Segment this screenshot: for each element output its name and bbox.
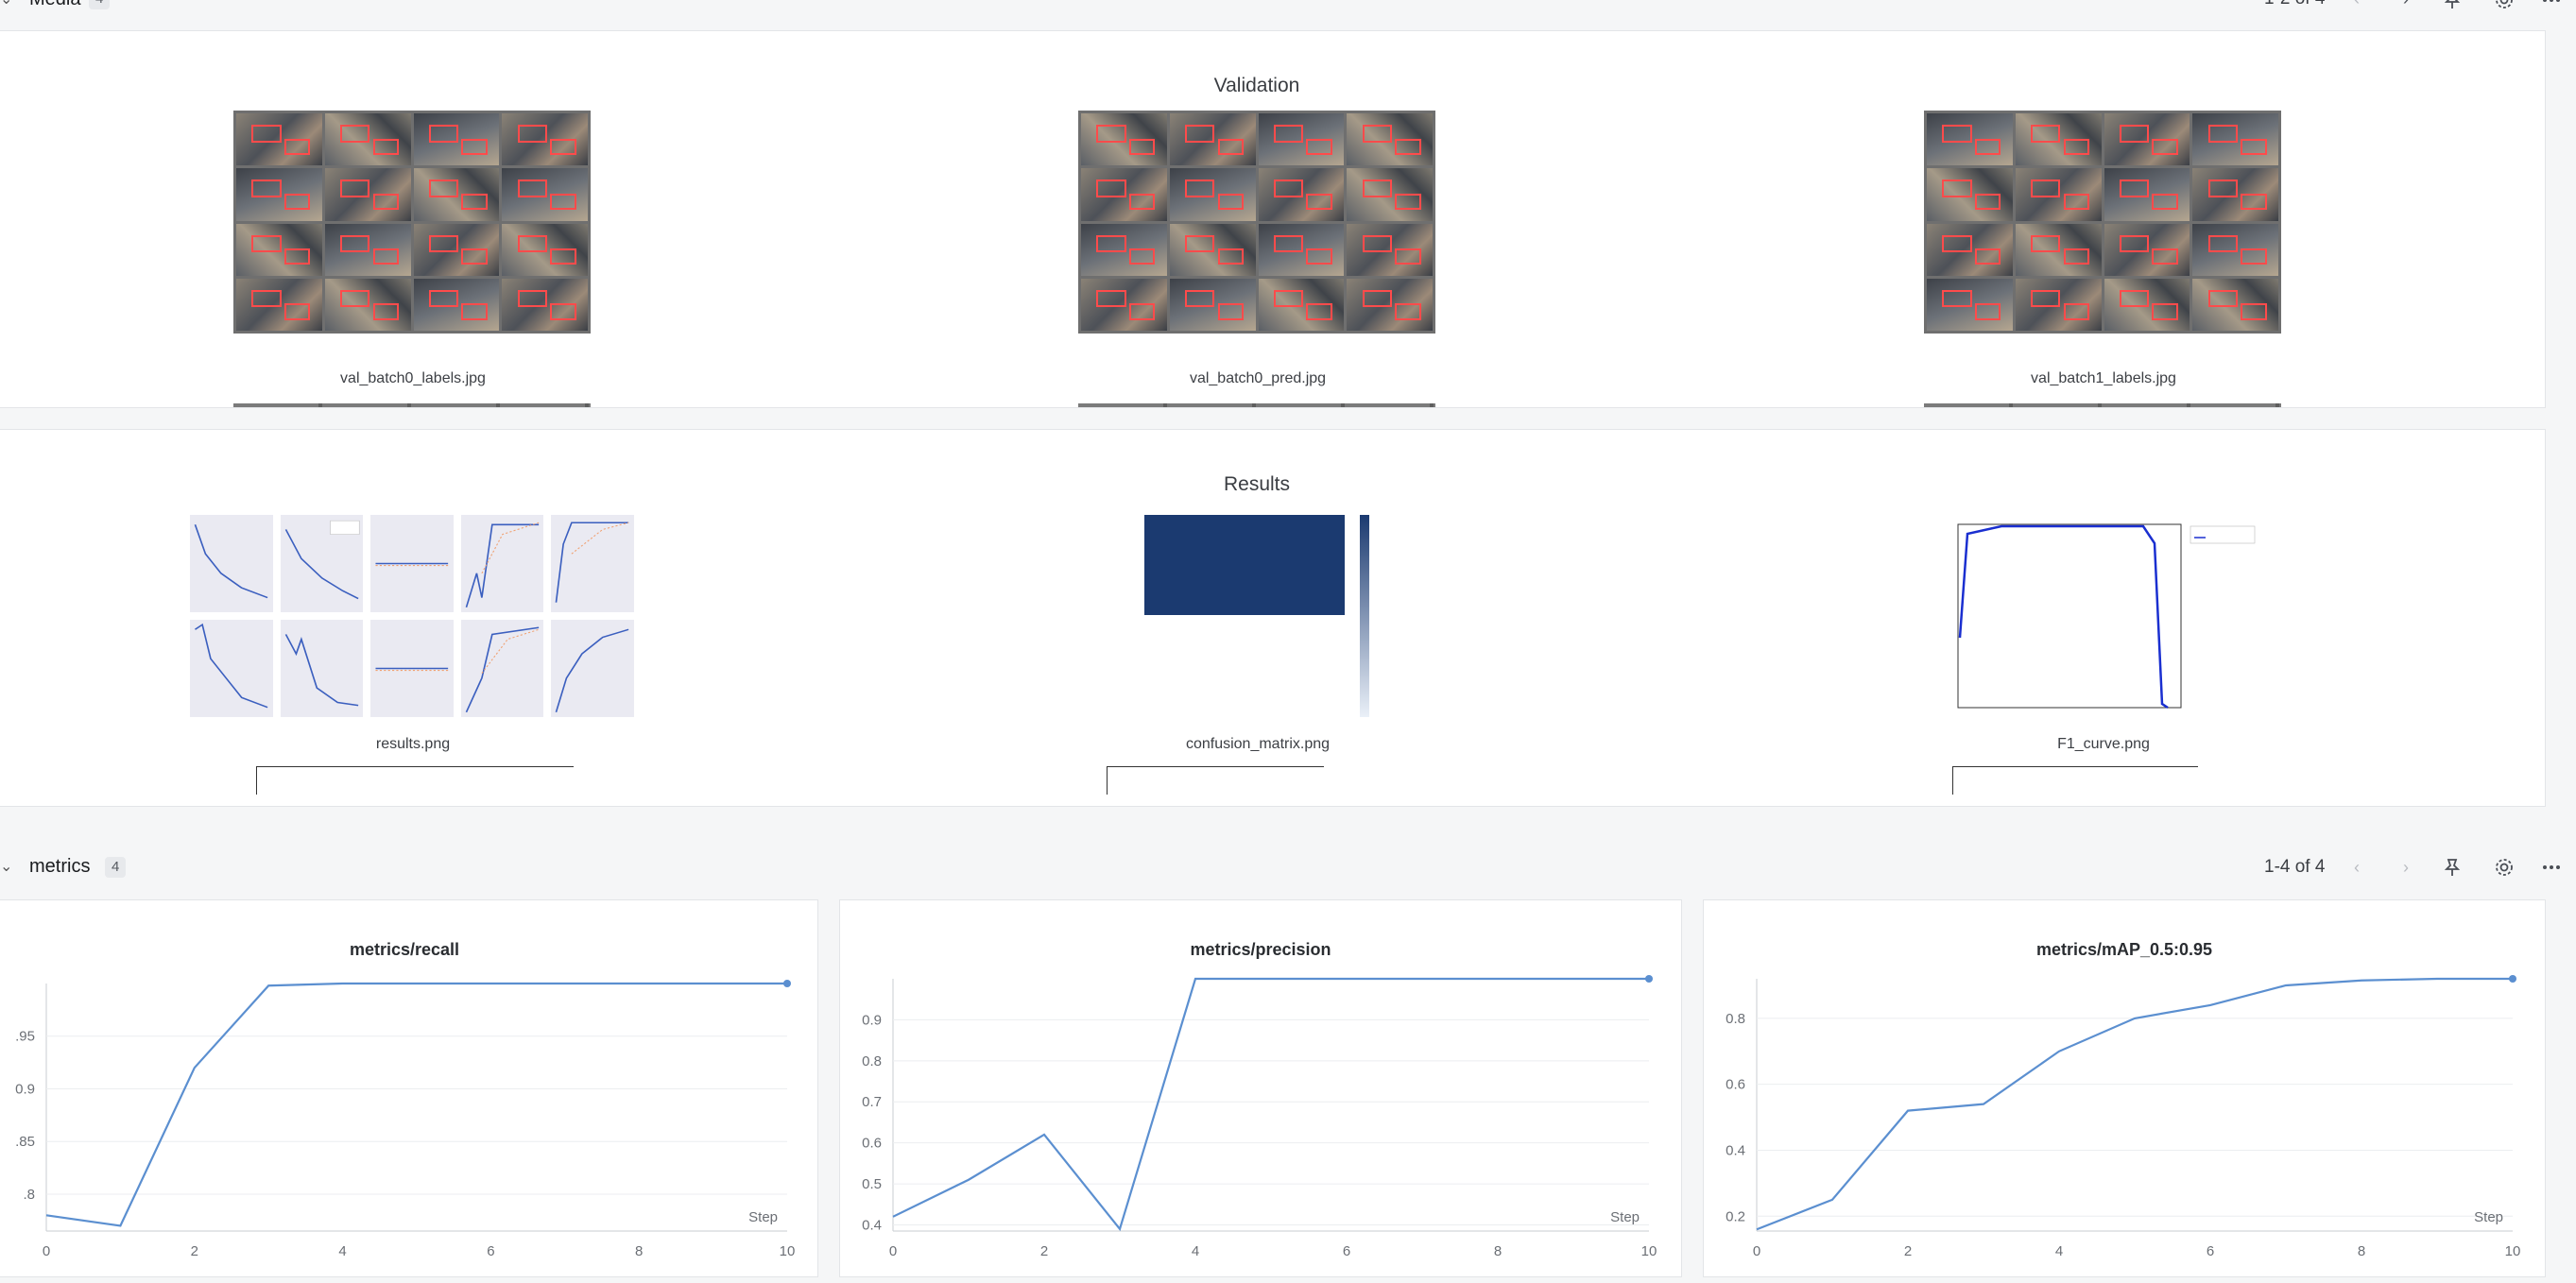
- x-tick-label: 2: [1904, 1243, 1912, 1259]
- next-page-icon[interactable]: ›: [2394, 0, 2418, 11]
- line-chart[interactable]: 0.4 0.5 0.6 0.7 0.8 0.9 0 2 4 6 8 10 Step: [840, 900, 1683, 1278]
- line-chart[interactable]: .8 .85 0.9 .95 0 2 4 6 8 10 Step: [0, 900, 819, 1278]
- x-tick-label: 10: [2505, 1243, 2521, 1259]
- x-tick-label: 6: [1343, 1243, 1350, 1259]
- x-tick-label: 4: [1192, 1243, 1199, 1259]
- pagination-label: 1-2 of 4: [2264, 0, 2325, 9]
- media-item-val-batch0-labels[interactable]: val_batch0_labels.jpg: [233, 111, 592, 407]
- section-count-badge: 4: [105, 857, 127, 878]
- x-tick-label: 0: [43, 1243, 50, 1259]
- pin-icon[interactable]: [2439, 854, 2465, 881]
- x-tick-label: 8: [2358, 1243, 2365, 1259]
- next-image-peek: [1952, 766, 2198, 795]
- y-tick-label: .85: [15, 1134, 35, 1150]
- media-caption: val_batch1_labels.jpg: [2031, 370, 2176, 386]
- y-tick-label: 0.9: [862, 1012, 882, 1028]
- y-tick-label: 0.5: [862, 1176, 882, 1192]
- y-tick-label: 0.4: [862, 1217, 882, 1233]
- media-section-header: ⌄ Media 4 1-2 of 4 ‹ ›: [0, 0, 2576, 19]
- x-tick-label: 10: [780, 1243, 796, 1259]
- series-line[interactable]: [45, 982, 787, 1227]
- results-plot-image[interactable]: [190, 515, 634, 717]
- series-end-point[interactable]: [2509, 975, 2516, 983]
- x-tick-label: 10: [1641, 1243, 1657, 1259]
- results-panel: Results results.png confusion_matrix.png…: [0, 429, 2546, 807]
- y-tick-label: .8: [23, 1187, 35, 1203]
- x-tick-label: 0: [1753, 1243, 1760, 1259]
- chart-panel-precision[interactable]: metrics/precision 0.4 0.5 0.6 0.7 0.8 0.9 0 2 4 6…: [839, 899, 1682, 1277]
- more-icon[interactable]: [2538, 0, 2565, 13]
- series-end-point[interactable]: [1645, 975, 1653, 983]
- x-tick-label: 0: [889, 1243, 897, 1259]
- image-thumbnail[interactable]: [1924, 111, 2281, 334]
- series-end-point[interactable]: [783, 980, 791, 987]
- y-tick-label: 0.2: [1726, 1208, 1745, 1224]
- y-tick-label: 0.8: [1726, 1011, 1745, 1027]
- x-tick-label: 2: [191, 1243, 198, 1259]
- media-caption: F1_curve.png: [2057, 736, 2150, 752]
- panel-title: Results: [1223, 473, 1291, 495]
- y-tick-label: .95: [15, 1029, 35, 1045]
- section-title: metrics: [29, 856, 91, 877]
- validation-panel: Validation val_batch0_labels.jpg val_bat…: [0, 30, 2546, 408]
- image-thumbnail[interactable]: [233, 111, 591, 334]
- dashboard: ⌄ Media 4 1-2 of 4 ‹ › Validation val_ba…: [0, 0, 2576, 1283]
- x-axis-label: Step: [1610, 1209, 1640, 1225]
- x-axis-label: Step: [748, 1209, 778, 1225]
- chevron-down-icon[interactable]: ⌄: [0, 0, 13, 8]
- media-item-val-batch0-pred[interactable]: val_batch0_pred.jpg: [1078, 111, 1437, 407]
- x-tick-label: 4: [338, 1243, 346, 1259]
- media-item-results-png[interactable]: results.png: [190, 515, 634, 806]
- y-tick-label: 0.9: [15, 1081, 35, 1097]
- next-image-peek: [233, 403, 591, 407]
- x-tick-label: 8: [1494, 1243, 1502, 1259]
- line-chart[interactable]: 0.2 0.4 0.6 0.8 0 2 4 6 8 10 Step: [1704, 900, 2547, 1278]
- media-item-f1-curve[interactable]: F1_curve.png: [1924, 515, 2283, 806]
- media-caption: val_batch0_pred.jpg: [1189, 370, 1327, 386]
- chevron-down-icon[interactable]: ⌄: [0, 860, 13, 875]
- x-axis-label: Step: [2474, 1209, 2503, 1225]
- chart-panel-map[interactable]: metrics/mAP_0.5:0.95 0.2 0.4 0.6 0.8 0 2 4 6 8 10…: [1703, 899, 2546, 1277]
- gear-icon[interactable]: [2491, 854, 2517, 881]
- media-caption: val_batch0_labels.jpg: [340, 370, 486, 386]
- next-image-peek: [1078, 403, 1435, 407]
- next-image-peek: [1107, 766, 1324, 795]
- next-image-peek: [256, 766, 574, 795]
- series-line[interactable]: [892, 977, 1649, 1232]
- media-caption: results.png: [375, 736, 451, 752]
- more-icon[interactable]: [2538, 854, 2565, 881]
- f1-curve-image[interactable]: [1945, 515, 2262, 717]
- x-tick-label: 6: [2207, 1243, 2214, 1259]
- section-count-badge: 4: [89, 0, 111, 9]
- confusion-matrix-image[interactable]: [1125, 515, 1382, 717]
- x-tick-label: 4: [2055, 1243, 2063, 1259]
- x-tick-label: 8: [635, 1243, 643, 1259]
- pagination-label: 1-4 of 4: [2264, 857, 2326, 877]
- y-tick-label: 0.7: [862, 1094, 882, 1110]
- pin-icon[interactable]: [2439, 0, 2465, 13]
- next-page-icon[interactable]: ›: [2394, 855, 2418, 880]
- metrics-section-header: ⌄ metrics 4 1-4 of 4 ‹ ›: [0, 848, 2576, 886]
- media-item-confusion-matrix[interactable]: confusion_matrix.png: [1078, 515, 1437, 806]
- chart-panel-recall[interactable]: metrics/recall .8.85 0.9.95 0 2 4 6 8 10 Step: [0, 899, 818, 1277]
- section-title: Media: [29, 0, 80, 10]
- image-thumbnail[interactable]: [1078, 111, 1435, 334]
- y-tick-label: 0.6: [1726, 1077, 1745, 1093]
- panel-title: Validation: [1213, 75, 1300, 96]
- x-tick-label: 6: [487, 1243, 494, 1259]
- prev-page-icon[interactable]: ‹: [2344, 855, 2369, 880]
- x-tick-label: 2: [1040, 1243, 1048, 1259]
- media-caption: confusion_matrix.png: [1185, 736, 1331, 752]
- next-image-peek: [1924, 403, 2281, 407]
- y-tick-label: 0.6: [862, 1136, 882, 1152]
- media-item-val-batch1-labels[interactable]: val_batch1_labels.jpg: [1924, 111, 2283, 407]
- prev-page-icon[interactable]: ‹: [2344, 0, 2369, 11]
- y-tick-label: 0.4: [1726, 1142, 1745, 1158]
- y-tick-label: 0.8: [862, 1053, 882, 1069]
- series-line[interactable]: [1756, 977, 2513, 1231]
- gear-icon[interactable]: [2491, 0, 2517, 13]
